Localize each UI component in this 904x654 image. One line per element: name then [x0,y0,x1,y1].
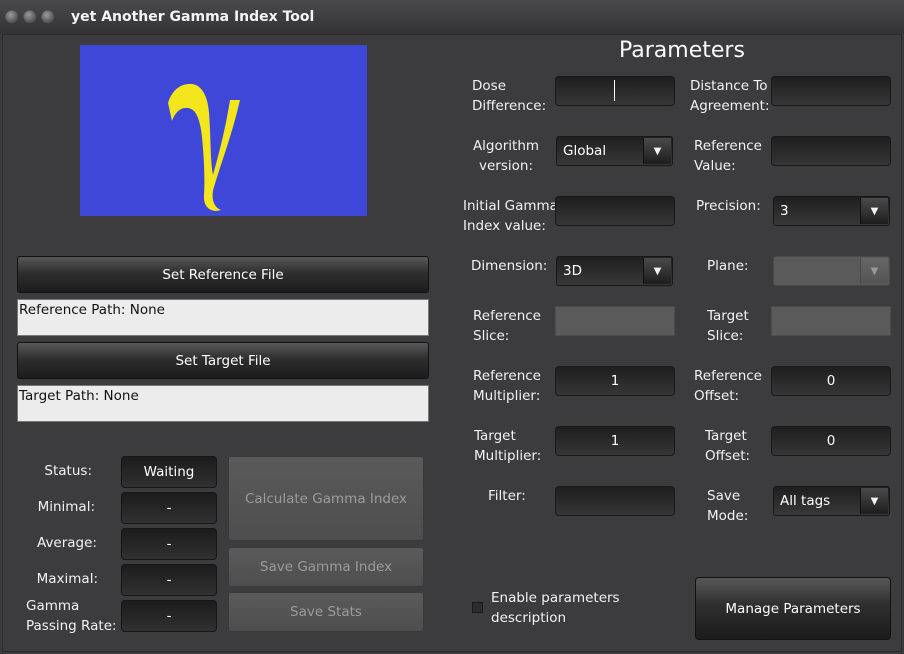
initial-gamma-label-line2: Index value: [463,218,546,234]
maximal-value: - [121,564,217,596]
target-offset-label-line1: Target [705,428,747,444]
reference-value-input[interactable] [771,136,891,166]
enable-description-checkbox[interactable] [472,602,483,613]
dimension-value: 3D [563,263,582,279]
algorithm-version-select[interactable]: Global ▼ [556,136,673,166]
reference-multiplier-label-line1: Reference [473,368,541,384]
target-slice-label-line1: Target [707,308,749,324]
gamma-passing-rate-value: - [121,600,217,632]
target-offset-input[interactable]: 0 [771,426,891,456]
algorithm-version-value: Global [563,143,607,159]
reference-value-label-line2: Value: [694,158,736,174]
save-mode-value: All tags [780,493,831,509]
minimal-label: Minimal: [37,499,95,515]
average-value: - [121,528,217,560]
save-mode-label-line2: Mode: [707,508,749,524]
algorithm-version-label-line1: Algorithm [472,138,540,154]
gamma-passing-label-line1: Gamma [26,598,80,614]
dose-difference-label-line2: Difference: [472,98,547,114]
enable-description-label-line1: Enable parameters [491,590,620,606]
target-slice-input[interactable] [771,306,891,336]
dimension-label: Dimension: [471,258,548,274]
target-path-display: Target Path: None [17,385,429,422]
set-target-file-button[interactable]: Set Target File [17,342,429,379]
enable-description-label-line2: description [491,610,567,626]
distance-to-agreement-input[interactable] [771,76,891,106]
distance-to-agreement-label-line1: Distance To [690,78,768,94]
reference-path-display: Reference Path: None [17,299,429,336]
plane-select[interactable]: ▼ [773,256,890,286]
reference-slice-label-line1: Reference [473,308,541,324]
gamma-passing-label-line2: Passing Rate: [26,618,117,634]
gamma-logo [80,45,367,216]
target-multiplier-label-line2: Multiplier: [474,448,542,464]
distance-to-agreement-label-line2: Agreement: [690,98,770,114]
window-title: yet Another Gamma Index Tool [71,9,315,25]
plane-label: Plane: [707,258,749,274]
text-cursor [614,80,615,101]
dose-difference-label-line1: Dose [472,78,506,94]
target-offset-label-line2: Offset: [705,448,751,464]
reference-offset-label-line1: Reference [694,368,762,384]
gamma-symbol-icon [168,83,240,211]
target-slice-label-line2: Slice: [707,328,744,344]
maximize-window-icon[interactable] [41,10,55,24]
save-mode-label-line1: Save [707,488,741,504]
reference-offset-input[interactable]: 0 [771,366,891,396]
save-stats-button[interactable]: Save Stats [228,592,424,632]
filter-input[interactable] [555,486,675,516]
target-multiplier-input[interactable]: 1 [555,426,675,456]
parameters-title: Parameters [619,38,745,63]
reference-multiplier-input[interactable]: 1 [555,366,675,396]
reference-slice-input[interactable] [555,306,675,336]
reference-slice-label-line2: Slice: [473,328,510,344]
status-value: Waiting [121,456,217,488]
chevron-down-icon[interactable]: ▼ [643,138,671,164]
reference-multiplier-label-line2: Multiplier: [473,388,541,404]
set-reference-file-button[interactable]: Set Reference File [17,256,429,293]
manage-parameters-button[interactable]: Manage Parameters [695,577,891,640]
algorithm-version-label-line2: version: [479,158,533,174]
chevron-down-icon[interactable]: ▼ [860,198,888,224]
chevron-down-icon[interactable]: ▼ [860,488,888,514]
minimal-value: - [121,492,217,524]
dose-difference-input[interactable] [555,76,675,106]
reference-value-label-line1: Reference [694,138,762,154]
precision-label: Precision: [696,198,761,214]
close-window-icon[interactable] [5,10,19,24]
target-multiplier-label-line1: Target [474,428,516,444]
chevron-down-icon[interactable]: ▼ [643,258,671,284]
save-gamma-index-button[interactable]: Save Gamma Index [228,547,424,587]
filter-label: Filter: [488,488,526,504]
maximal-label: Maximal: [36,571,98,587]
title-bar: yet Another Gamma Index Tool [0,0,904,34]
initial-gamma-index-input[interactable] [555,196,675,226]
initial-gamma-label-line1: Initial Gamma [463,198,558,214]
chevron-down-icon[interactable]: ▼ [860,258,888,284]
reference-offset-label-line2: Offset: [694,388,740,404]
save-mode-select[interactable]: All tags ▼ [773,486,890,516]
status-label: Status: [44,463,92,479]
precision-select[interactable]: 3 ▼ [773,196,890,226]
calculate-gamma-index-button[interactable]: Calculate Gamma Index [228,456,424,541]
precision-value: 3 [780,203,789,219]
dimension-select[interactable]: 3D ▼ [556,256,673,286]
minimize-window-icon[interactable] [23,10,37,24]
average-label: Average: [37,535,97,551]
